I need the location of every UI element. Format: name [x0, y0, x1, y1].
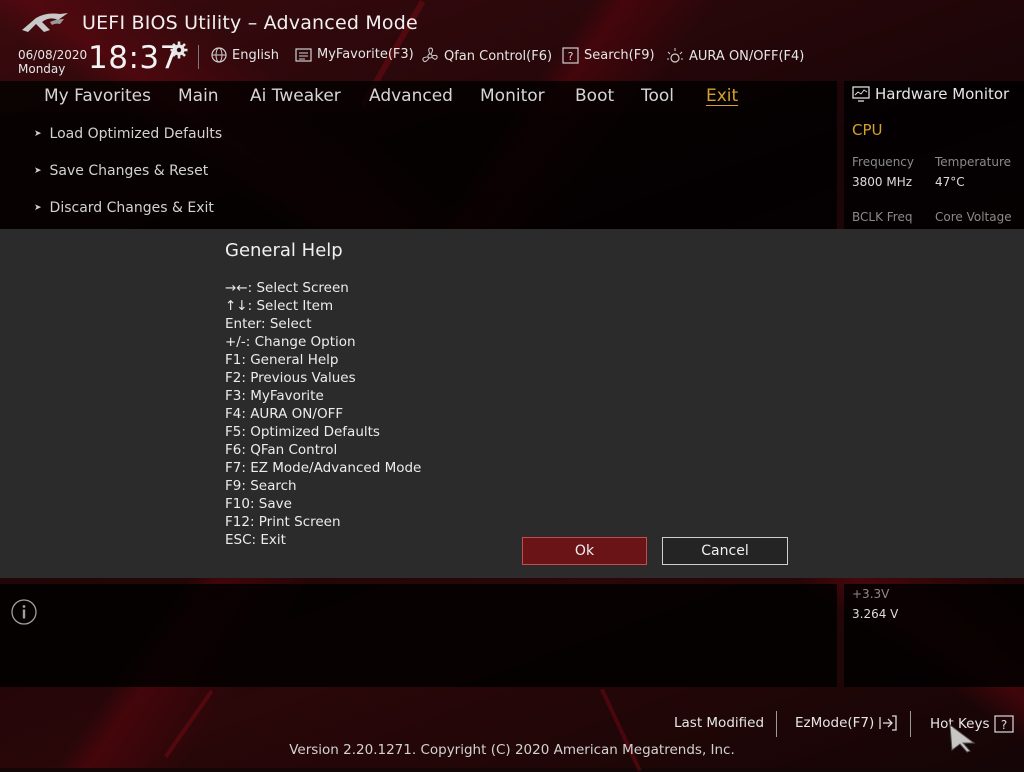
ezmode-button[interactable]: EzMode(F7): [795, 715, 898, 731]
hardware-monitor-title: Hardware Monitor: [875, 85, 1010, 103]
aura-light-icon: [667, 48, 683, 63]
help-line: F1: General Help: [225, 352, 339, 368]
fan-icon: [422, 47, 438, 63]
toolbar-divider: [198, 45, 199, 69]
hardware-monitor-header: Hardware Monitor: [852, 85, 1009, 103]
help-search-icon: ?: [562, 47, 579, 64]
tab-monitor[interactable]: Monitor: [480, 86, 545, 106]
help-line: F4: AURA ON/OFF: [225, 406, 344, 422]
qfan-label: Qfan Control(F6): [444, 48, 553, 64]
help-line: F9: Search: [225, 478, 297, 494]
help-line: F10: Save: [225, 496, 292, 512]
discard-changes-exit-item[interactable]: ➤ Discard Changes & Exit: [34, 200, 214, 216]
tab-main[interactable]: Main: [178, 86, 219, 106]
tab-tool[interactable]: Tool: [641, 86, 674, 106]
mouse-cursor-icon: [949, 723, 976, 753]
language-button[interactable]: English: [211, 47, 279, 63]
gear-icon[interactable]: [170, 41, 188, 59]
search-button[interactable]: ? Search(F9): [562, 47, 655, 64]
day-text: Monday: [18, 62, 66, 76]
aura-button[interactable]: AURA ON/OFF(F4): [666, 47, 804, 65]
v33-value: 3.264 V: [852, 607, 899, 621]
svg-text:?: ?: [568, 50, 574, 63]
question-icon: ?: [993, 715, 1014, 733]
tab-advanced[interactable]: Advanced: [369, 86, 453, 106]
frequency-label: Frequency: [852, 155, 914, 169]
globe-icon: [211, 47, 227, 63]
myfavorite-button[interactable]: MyFavorite(F3): [295, 47, 414, 62]
item-label: Load Optimized Defaults: [49, 126, 223, 142]
tab-my-favorites[interactable]: My Favorites: [44, 86, 151, 106]
info-icon: [11, 599, 37, 625]
version-text: Version 2.20.1271. Copyright (C) 2020 Am…: [289, 742, 735, 758]
monitor-icon: [852, 86, 870, 102]
exit-arrow-icon: [879, 715, 897, 731]
cpu-section-label: CPU: [852, 121, 883, 139]
ezmode-label: EzMode(F7): [795, 715, 875, 731]
help-line: F5: Optimized Defaults: [225, 424, 380, 440]
help-line: F12: Print Screen: [225, 514, 341, 530]
help-line: +/-: Change Option: [225, 334, 356, 350]
qfan-control-button[interactable]: Qfan Control(F6): [421, 47, 552, 65]
bclk-label: BCLK Freq: [852, 210, 913, 224]
help-line: F2: Previous Values: [225, 370, 356, 386]
svg-text:?: ?: [1000, 718, 1006, 732]
v33-label: +3.3V: [852, 587, 890, 601]
last-modified-button[interactable]: Last Modified: [674, 715, 764, 731]
tab-boot[interactable]: Boot: [575, 86, 614, 106]
help-line: ↑↓: Select Item: [225, 298, 334, 314]
dialog-title: General Help: [225, 240, 343, 261]
general-help-dialog: [0, 229, 1024, 578]
tab-ai-tweaker[interactable]: Ai Tweaker: [250, 86, 341, 106]
temperature-value: 47°C: [935, 175, 965, 189]
temperature-label: Temperature: [935, 155, 1012, 169]
clock-time: 18:37: [88, 40, 180, 76]
tab-exit[interactable]: Exit: [706, 86, 738, 106]
chevron-right-icon: ➤: [34, 203, 42, 213]
load-optimized-defaults-item[interactable]: ➤ Load Optimized Defaults: [34, 126, 222, 142]
favorite-list-icon: [295, 47, 312, 62]
help-line: ESC: Exit: [225, 532, 286, 548]
datetime-date: 06/08/2020 Monday: [18, 48, 87, 76]
aura-label: AURA ON/OFF(F4): [689, 48, 805, 64]
help-key-list: →←: Select Screen ↑↓: Select Item Enter:…: [225, 279, 421, 549]
ok-button[interactable]: Ok: [522, 537, 647, 565]
last-modified-label: Last Modified: [674, 715, 765, 731]
help-line: Enter: Select: [225, 316, 312, 332]
core-voltage-label: Core Voltage: [935, 210, 1012, 224]
date-text: 06/08/2020: [18, 48, 88, 62]
chevron-right-icon: ➤: [34, 129, 42, 139]
frequency-value: 3800 MHz: [852, 175, 913, 189]
myfavorite-label: MyFavorite(F3): [317, 47, 414, 62]
help-line: F7: EZ Mode/Advanced Mode: [225, 460, 422, 476]
item-label: Discard Changes & Exit: [49, 200, 214, 216]
help-line: F6: QFan Control: [225, 442, 338, 458]
description-panel: [0, 584, 837, 687]
help-line: F3: MyFavorite: [225, 388, 324, 404]
rog-logo-icon: [22, 13, 68, 32]
item-label: Save Changes & Reset: [49, 163, 209, 179]
save-changes-reset-item[interactable]: ➤ Save Changes & Reset: [34, 163, 208, 179]
app-title: UEFI BIOS Utility – Advanced Mode: [82, 12, 418, 34]
search-label: Search(F9): [584, 48, 655, 63]
help-line: →←: Select Screen: [225, 280, 349, 296]
cancel-button[interactable]: Cancel: [662, 537, 788, 565]
chevron-right-icon: ➤: [34, 166, 42, 176]
footer-divider: [910, 711, 911, 737]
language-label: English: [232, 47, 279, 63]
footer-divider: [776, 711, 777, 737]
